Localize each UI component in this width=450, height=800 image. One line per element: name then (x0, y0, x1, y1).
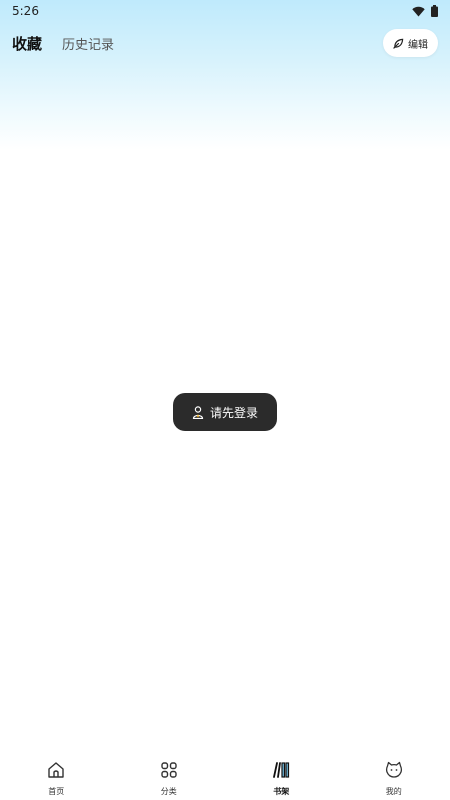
nav-item-home[interactable]: 首页 (0, 750, 113, 800)
wifi-icon (412, 6, 425, 16)
nav-item-bookshelf[interactable]: 书架 (225, 750, 338, 800)
cat-face-icon (384, 760, 404, 780)
battery-icon (431, 5, 438, 17)
nav-label-category: 分类 (160, 787, 177, 796)
edit-button-label: 编辑 (408, 39, 428, 51)
home-icon (46, 760, 66, 780)
edit-button[interactable]: 编辑 (383, 29, 438, 57)
app-screen: 5:26 收藏 历史记录 编辑 请先登录 首页 分类 书架 我的 (0, 0, 450, 800)
status-bar: 5:26 (0, 0, 450, 22)
tab-history[interactable]: 历史记录 (62, 34, 114, 53)
grid-icon (159, 760, 179, 780)
user-icon (192, 405, 204, 419)
bookshelf-icon (271, 760, 291, 780)
login-toast: 请先登录 (173, 393, 277, 431)
tab-favorites[interactable]: 收藏 (12, 33, 42, 54)
status-icons (412, 5, 438, 17)
status-time: 5:26 (12, 4, 39, 18)
nav-item-category[interactable]: 分类 (113, 750, 226, 800)
nav-label-bookshelf: 书架 (273, 787, 290, 796)
header: 收藏 历史记录 编辑 (0, 28, 450, 58)
edit-leaf-icon (393, 38, 404, 49)
nav-label-home: 首页 (48, 787, 65, 796)
nav-item-mine[interactable]: 我的 (338, 750, 450, 800)
nav-label-mine: 我的 (385, 787, 402, 796)
bottom-nav: 首页 分类 书架 我的 (0, 750, 450, 800)
toast-text: 请先登录 (209, 405, 258, 420)
